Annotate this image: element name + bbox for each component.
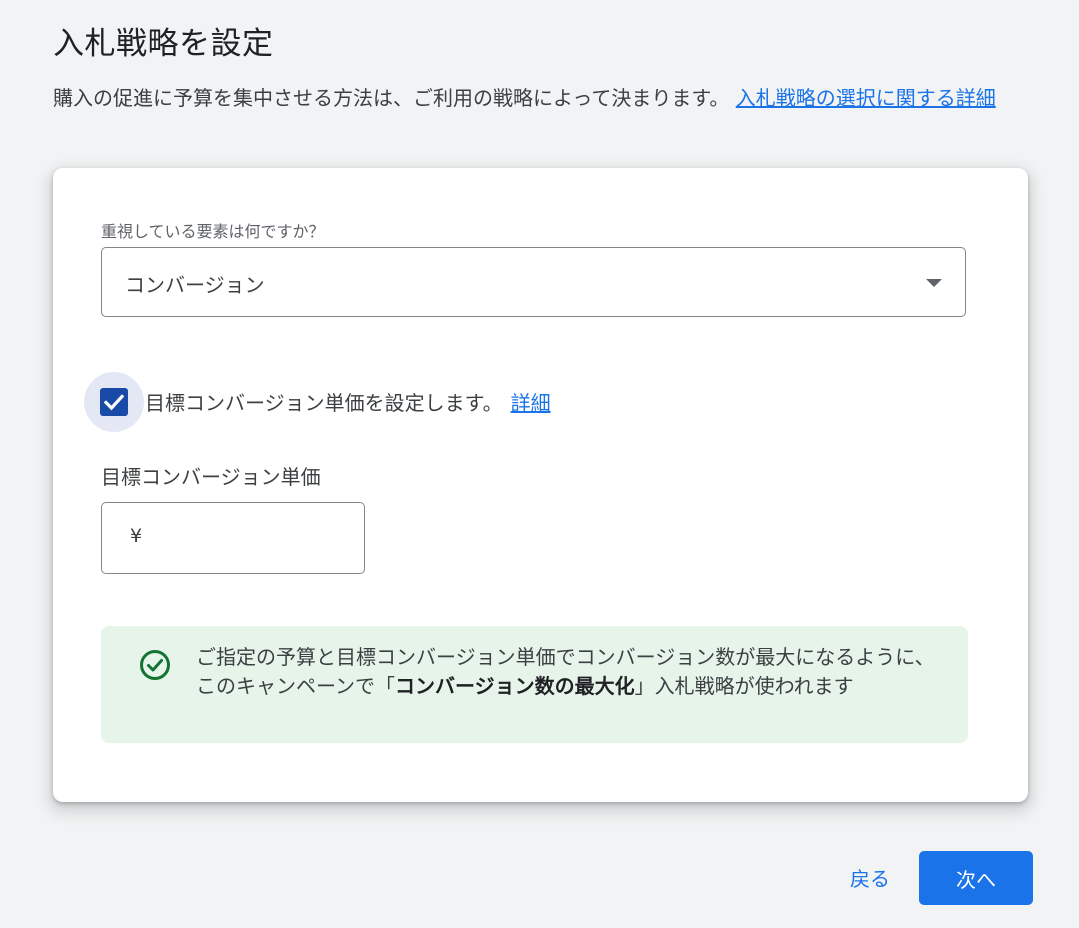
page-title: 入札戦略を設定 (53, 26, 274, 62)
next-button[interactable]: 次へ (919, 851, 1033, 905)
strategy-notice: ご指定の予算と目標コンバージョン単価でコンバージョン数が最大になるように、このキ… (101, 626, 968, 743)
notice-text-after: 」入札戦略が使われます (634, 674, 854, 698)
bidding-strategy-learn-more-link[interactable]: 入札戦略の選択に関する詳細 (736, 86, 996, 110)
target-cpa-learn-more-link[interactable]: 詳細 (511, 391, 551, 415)
bidding-settings-card: 重視している要素は何ですか？ コンバージョン 目標コンバージョン単価を設定します… (53, 168, 1028, 802)
focus-select[interactable]: コンバージョン (101, 247, 966, 317)
target-cpa-input[interactable] (154, 517, 353, 561)
notice-strategy-name: コンバージョン数の最大化 (395, 674, 635, 698)
back-button[interactable]: 戻る (840, 851, 900, 904)
target-cpa-field[interactable]: ¥ (101, 502, 365, 574)
intro-paragraph: 購入の促進に予算を集中させる方法は、ご利用の戦略によって決まります。 入札戦略の… (53, 84, 1038, 113)
target-cpa-checkbox-label[interactable]: 目標コンバージョン単価を設定します。 (145, 391, 503, 415)
focus-select-value: コンバージョン (125, 273, 265, 297)
target-cpa-checkbox-row: 目標コンバージョン単価を設定します。 詳細 (145, 387, 551, 416)
intro-text: 購入の促進に予算を集中させる方法は、ご利用の戦略によって決まります。 (53, 86, 736, 110)
dropdown-arrow-icon (926, 279, 942, 287)
target-cpa-input-label: 目標コンバージョン単価 (101, 465, 321, 489)
currency-symbol: ¥ (130, 525, 143, 547)
focus-select-label: 重視している要素は何ですか？ (101, 222, 325, 241)
check-circle-icon (138, 648, 172, 686)
checkbox-checked-icon (100, 388, 128, 416)
target-cpa-checkbox[interactable] (84, 372, 144, 432)
strategy-notice-text: ご指定の予算と目標コンバージョン単価でコンバージョン数が最大になるように、このキ… (196, 643, 936, 701)
